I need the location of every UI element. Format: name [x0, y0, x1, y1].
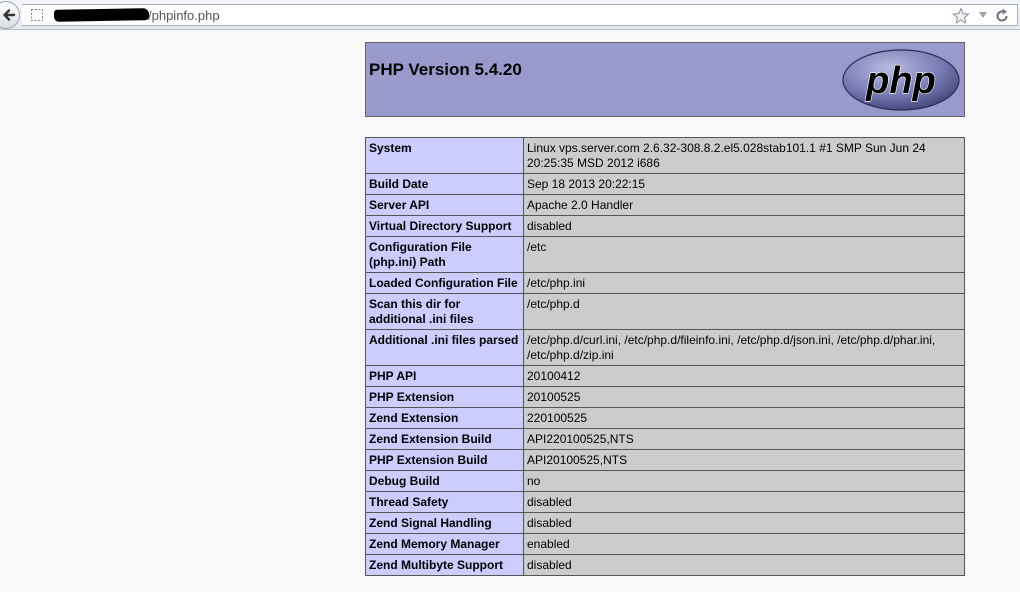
url-path: /phpinfo.php: [148, 8, 220, 23]
table-row: Server API Apache 2.0 Handler: [365, 194, 965, 216]
row-value: 20100525: [523, 386, 965, 408]
page-title: PHP Version 5.4.20: [369, 60, 522, 79]
row-key: Virtual Directory Support: [365, 215, 524, 237]
row-key: Zend Memory Manager: [365, 533, 524, 555]
row-key: Additional .ini files parsed: [365, 329, 524, 366]
back-button[interactable]: [0, 1, 20, 29]
row-key: Debug Build: [365, 470, 524, 492]
php-logo-text: php: [865, 60, 936, 102]
table-row: Zend Signal Handling disabled: [365, 512, 965, 534]
row-key: Zend Signal Handling: [365, 512, 524, 534]
row-value: disabled: [523, 512, 965, 534]
back-arrow-icon: [3, 9, 16, 21]
table-row: PHP Extension 20100525: [365, 386, 965, 408]
row-value: /etc/php.d: [523, 293, 965, 330]
table-row: Thread Safety disabled: [365, 491, 965, 513]
row-value: disabled: [523, 491, 965, 513]
table-row: Debug Build no: [365, 470, 965, 492]
row-key: Server API: [365, 194, 524, 216]
row-value: disabled: [523, 554, 965, 576]
site-identity-icon[interactable]: [30, 8, 44, 22]
php-version-header: PHP Version 5.4.20 php: [365, 42, 965, 117]
table-row: Zend Extension 220100525: [365, 407, 965, 429]
row-value: /etc/php.ini: [523, 272, 965, 294]
row-value: 220100525: [523, 407, 965, 429]
redacted-domain: [53, 8, 150, 22]
row-key: PHP Extension: [365, 386, 524, 408]
row-value: Linux vps.server.com 2.6.32-308.8.2.el5.…: [523, 137, 965, 174]
row-value: Apache 2.0 Handler: [523, 194, 965, 216]
bookmark-star-icon[interactable]: [952, 7, 970, 25]
table-row: PHP Extension Build API20100525,NTS: [365, 449, 965, 471]
reload-icon[interactable]: [994, 8, 1010, 24]
address-bar[interactable]: /phpinfo.php: [22, 4, 1018, 26]
row-value: /etc/php.d/curl.ini, /etc/php.d/fileinfo…: [523, 329, 965, 366]
table-row: Loaded Configuration File/etc/php.ini: [365, 272, 965, 294]
row-key: Zend Extension: [365, 407, 524, 429]
row-key: Zend Multibyte Support: [365, 554, 524, 576]
table-row: Virtual Directory Support disabled: [365, 215, 965, 237]
table-row: Zend Extension Build API220100525,NTS: [365, 428, 965, 450]
row-value: /etc: [523, 236, 965, 273]
row-value: API220100525,NTS: [523, 428, 965, 450]
row-key: Configuration File (php.ini) Path: [365, 236, 524, 273]
row-value: API20100525,NTS: [523, 449, 965, 471]
table-row: Build Date Sep 18 2013 20:22:15: [365, 173, 965, 195]
dropdown-icon[interactable]: [978, 11, 988, 19]
row-key: PHP Extension Build: [365, 449, 524, 471]
php-info-table: System Linux vps.server.com 2.6.32-308.8.…: [365, 137, 965, 576]
row-key: Zend Extension Build: [365, 428, 524, 450]
table-row: Additional .ini files parsed/etc/php.d/c…: [365, 329, 965, 366]
table-row: System Linux vps.server.com 2.6.32-308.8.…: [365, 137, 965, 174]
table-row: PHP API 20100412: [365, 365, 965, 387]
row-value: Sep 18 2013 20:22:15: [523, 173, 965, 195]
row-value: no: [523, 470, 965, 492]
table-row: Scan this dir for additional .ini files /…: [365, 293, 965, 330]
row-key: Scan this dir for additional .ini files: [365, 293, 524, 330]
table-row: Zend Memory Manager enabled: [365, 533, 965, 555]
row-key: Build Date: [365, 173, 524, 195]
row-key: System: [365, 137, 524, 174]
table-row: Zend Multibyte Support disabled: [365, 554, 965, 576]
row-key: Thread Safety: [365, 491, 524, 513]
browser-toolbar: /phpinfo.php: [0, 0, 1020, 30]
row-value: enabled: [523, 533, 965, 555]
php-logo-icon: php: [842, 49, 960, 111]
row-key: PHP API: [365, 365, 524, 387]
row-key: Loaded Configuration File: [365, 272, 524, 294]
table-row: Configuration File (php.ini) Path/etc: [365, 236, 965, 273]
row-value: 20100412: [523, 365, 965, 387]
row-value: disabled: [523, 215, 965, 237]
